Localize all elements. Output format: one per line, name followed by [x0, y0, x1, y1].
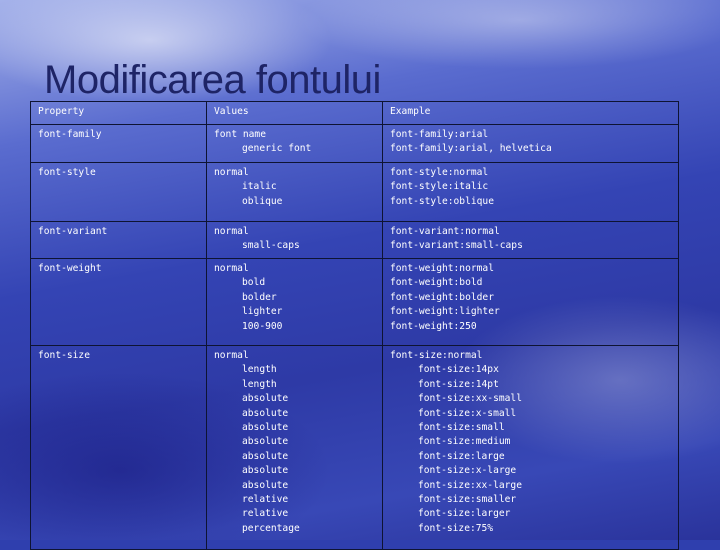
- example-line: font-size:x-small: [418, 407, 517, 419]
- example-line: font-family:arial: [390, 129, 489, 140]
- table-row: font-weight normal bold bolder lighter 1…: [30, 258, 679, 346]
- example-line: font-weight:250: [390, 320, 477, 332]
- value-line: absolute: [242, 393, 289, 405]
- font-properties-table: Property Values Example font-family font…: [30, 101, 679, 550]
- table-row: font-style normal italic oblique font-st…: [30, 162, 679, 222]
- example-line: font-weight:bold: [390, 277, 483, 289]
- value-line: length: [242, 364, 277, 376]
- value-line: relative: [242, 508, 289, 520]
- header-property: Property: [30, 101, 207, 125]
- example-line: font-size:larger: [418, 508, 511, 520]
- header-example: Example: [382, 101, 679, 125]
- example-line: font-size:small: [418, 422, 505, 434]
- value-line: 100-900: [242, 320, 283, 332]
- table-row: font-family font name generic font font-…: [30, 124, 679, 163]
- slide-title: Modificarea fontului: [44, 58, 381, 102]
- value-line: font name: [214, 129, 266, 140]
- value-line: bolder: [242, 291, 277, 303]
- example-line: font-size:xx-large: [418, 479, 522, 491]
- example-line: font-weight:lighter: [390, 306, 500, 318]
- value-line: absolute: [242, 450, 289, 462]
- example-line: font-size:14pt: [418, 378, 499, 390]
- value-line: italic: [242, 181, 277, 193]
- property-cell: font-family: [30, 124, 207, 163]
- example-cell: font-family:arial font-family:arial, hel…: [382, 124, 679, 163]
- example-cell: font-style:normal font-style:italic font…: [382, 162, 679, 222]
- value-line: length: [242, 378, 277, 390]
- value-line: small-caps: [242, 240, 300, 252]
- value-line: absolute: [242, 465, 289, 477]
- values-cell: normal bold bolder lighter 100-900: [206, 258, 383, 346]
- value-line: oblique: [242, 195, 283, 207]
- example-line: font-weight:normal: [390, 263, 494, 274]
- example-line: font-size:smaller: [418, 494, 517, 506]
- values-cell: normal length length absolute absolute a…: [206, 345, 383, 550]
- example-cell: font-size:normal font-size:14px font-siz…: [382, 345, 679, 550]
- value-line: normal: [214, 263, 249, 274]
- example-line: font-size:large: [418, 450, 505, 462]
- value-line: percentage: [242, 522, 300, 534]
- example-line: font-style:oblique: [390, 195, 494, 207]
- values-cell: font name generic font: [206, 124, 383, 163]
- example-line: font-size:normal: [390, 350, 483, 361]
- table-row: font-size normal length length absolute …: [30, 345, 679, 550]
- value-line: relative: [242, 494, 289, 506]
- table-header-row: Property Values Example: [30, 101, 679, 125]
- example-line: font-size:75%: [418, 522, 494, 534]
- value-line: absolute: [242, 436, 289, 448]
- property-cell: font-weight: [30, 258, 207, 346]
- example-line: font-variant:normal: [390, 226, 500, 237]
- example-line: font-size:xx-small: [418, 393, 522, 405]
- value-line: absolute: [242, 422, 289, 434]
- value-line: lighter: [242, 306, 283, 318]
- value-line: absolute: [242, 479, 289, 491]
- value-line: normal: [214, 350, 249, 361]
- example-line: font-weight:bolder: [390, 291, 494, 303]
- example-cell: font-variant:normal font-variant:small-c…: [382, 221, 679, 259]
- value-line: absolute: [242, 407, 289, 419]
- example-line: font-style:normal: [390, 167, 489, 178]
- example-line: font-size:x-large: [418, 465, 517, 477]
- header-values: Values: [206, 101, 383, 125]
- property-cell: font-style: [30, 162, 207, 222]
- property-cell: font-variant: [30, 221, 207, 259]
- example-line: font-family:arial, helvetica: [390, 143, 552, 155]
- value-line: normal: [214, 167, 249, 178]
- value-line: normal: [214, 226, 249, 237]
- table-row: font-variant normal small-caps font-vari…: [30, 221, 679, 259]
- value-line: generic font: [242, 143, 312, 155]
- example-line: font-style:italic: [390, 181, 489, 193]
- example-line: font-variant:small-caps: [390, 240, 523, 252]
- example-cell: font-weight:normal font-weight:bold font…: [382, 258, 679, 346]
- value-line: bold: [242, 277, 266, 289]
- values-cell: normal small-caps: [206, 221, 383, 259]
- example-line: font-size:14px: [418, 364, 499, 376]
- property-cell: font-size: [30, 345, 207, 550]
- example-line: font-size:medium: [418, 436, 511, 448]
- values-cell: normal italic oblique: [206, 162, 383, 222]
